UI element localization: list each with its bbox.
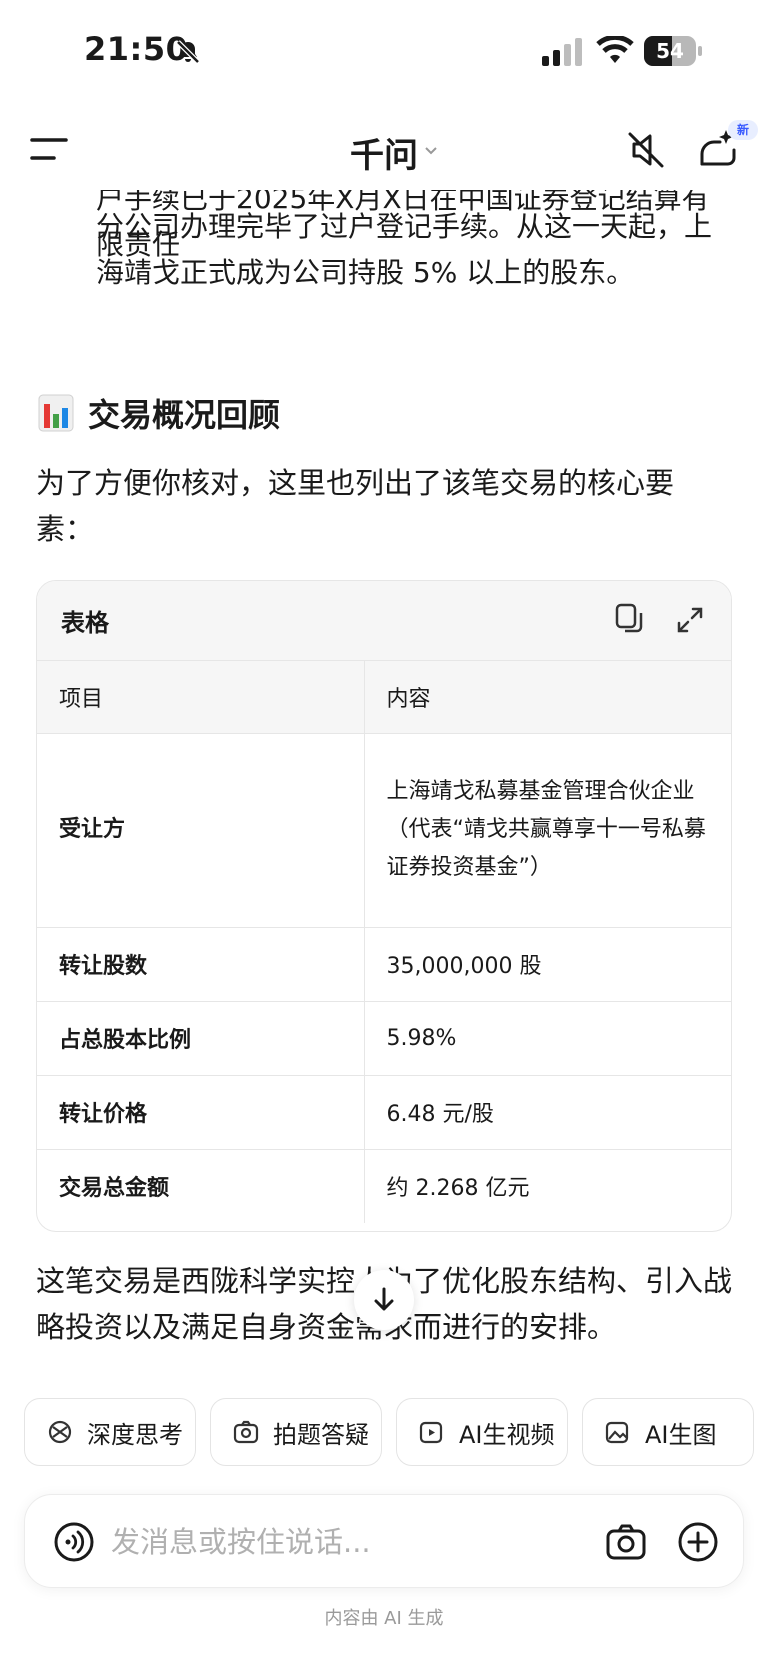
ai-generated-note: 内容由 AI 生成 (324, 1608, 444, 1629)
deep-think-icon (48, 1420, 72, 1444)
quick-actions: 深度思考 拍题答疑 AI生视频 AI生图 (24, 1398, 768, 1466)
message-input[interactable] (111, 1519, 551, 1565)
chip-ai-video[interactable]: AI生视频 (396, 1398, 568, 1466)
status-bar: 21:50 54 (0, 0, 768, 100)
table-row: 交易总金额 约 2.268 亿元 (37, 1149, 731, 1223)
signal-icon (542, 38, 582, 66)
table-cell-value: 约 2.268 亿元 (386, 1176, 530, 1202)
table-row: 转让股数 35,000,000 股 (37, 927, 731, 1002)
table-header-item: 项目 (37, 661, 365, 734)
new-badge: 新 (728, 120, 758, 140)
photo-question-icon (233, 1420, 259, 1444)
bar-chart-icon (38, 394, 74, 432)
chip-label: 深度思考 (87, 1420, 183, 1449)
table-cell-value: 35,000,000 股 (364, 927, 731, 1002)
chip-photo-question[interactable]: 拍题答疑 (210, 1398, 382, 1466)
table-cell-value: 5.98% (364, 1001, 731, 1076)
plus-icon[interactable] (677, 1521, 719, 1563)
table-row: 占总股本比例 5.98% (37, 1001, 731, 1076)
wifi-icon (596, 36, 634, 63)
scroll-to-bottom-button[interactable] (354, 1270, 414, 1330)
table-cell-label: 转让股数 (37, 927, 365, 1002)
table-cell-value: 6.48 元/股 (364, 1075, 731, 1150)
battery-indicator: 54 (644, 36, 702, 66)
chat-content: 户手续已于2025年X月X日在中国证券登记结算有限责任 分公司办理完毕了过户登记… (0, 190, 768, 1370)
table-card-header: 表格 (37, 581, 731, 661)
table-header-content: 内容 (364, 661, 731, 734)
status-time: 21:50 (84, 30, 189, 68)
chip-label: 拍题答疑 (273, 1420, 369, 1449)
paragraph-text: 分公司办理完毕了过户登记手续。从这一天起，上海靖戈正式成为公司持股 5% 以上的… (96, 210, 713, 289)
chip-label: AI生图 (645, 1420, 717, 1449)
table-card-title: 表格 (61, 609, 109, 637)
ai-image-icon (605, 1421, 629, 1444)
menu-icon[interactable] (30, 134, 70, 164)
bell-muted-icon (176, 40, 200, 64)
table-cell-label: 受让方 (37, 733, 365, 928)
table-row: 受让方 上海靖戈私募基金管理合伙企业（代表“靖戈共赢尊享十一号私募证券投资基金”… (37, 733, 731, 928)
app-header: 千问 新 (0, 110, 768, 190)
table-cell-label: 交易总金额 (37, 1149, 365, 1223)
camera-icon[interactable] (605, 1521, 647, 1563)
table-card: 表格 项目 内容 受让方 上海靖戈私募基金管理合伙企业（代表“靖戈共赢尊享十一号… (36, 580, 732, 1232)
battery-level: 54 (656, 39, 684, 63)
ai-video-icon (419, 1421, 443, 1444)
chip-deep-think[interactable]: 深度思考 (24, 1398, 196, 1466)
section-heading: 交易概况回顾 (38, 390, 280, 436)
chevron-down-icon[interactable] (424, 146, 438, 156)
intro-text: 为了方便你核对，这里也列出了该笔交易的核心要素： (36, 466, 675, 546)
section-title: 交易概况回顾 (88, 396, 281, 434)
copy-icon[interactable] (615, 603, 645, 635)
chip-ai-image[interactable]: AI生图 (582, 1398, 754, 1466)
data-table: 项目 内容 受让方 上海靖戈私募基金管理合伙企业（代表“靖戈共赢尊享十一号私募证… (37, 661, 731, 1223)
voice-icon[interactable] (53, 1521, 95, 1563)
arrow-down-icon (374, 1287, 394, 1311)
table-cell-value: 上海靖戈私募基金管理合伙企业（代表“靖戈共赢尊享十一号私募证券投资基金”） (364, 733, 731, 928)
speaker-muted-icon[interactable] (624, 128, 668, 172)
table-row: 转让价格 6.48 元/股 (37, 1075, 731, 1150)
chip-label: AI生视频 (459, 1420, 555, 1449)
expand-icon[interactable] (675, 605, 705, 635)
table-cell-label: 占总股本比例 (37, 1001, 365, 1076)
app-title[interactable]: 千问 (350, 128, 418, 177)
table-cell-label: 转让价格 (37, 1075, 365, 1150)
message-input-bar (24, 1494, 744, 1588)
